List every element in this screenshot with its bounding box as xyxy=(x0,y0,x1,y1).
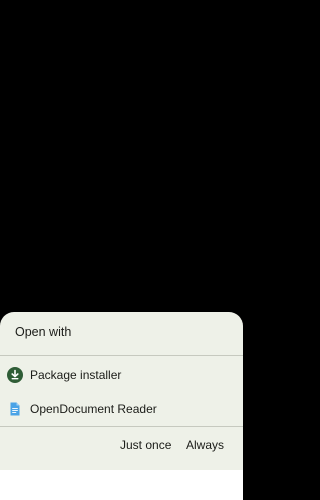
always-button[interactable]: Always xyxy=(186,438,224,452)
divider xyxy=(0,355,243,356)
screen: Open with Package installer OpenDocument… xyxy=(0,0,243,500)
background-scrim[interactable] xyxy=(0,0,243,312)
sheet-title: Open with xyxy=(15,325,72,339)
divider xyxy=(0,426,243,427)
app-label: Package installer xyxy=(30,367,122,382)
download-circle-icon xyxy=(7,366,23,383)
app-option-package-installer[interactable]: Package installer xyxy=(0,358,243,391)
just-once-button[interactable]: Just once xyxy=(120,438,171,452)
app-label: OpenDocument Reader xyxy=(30,401,157,416)
document-icon xyxy=(10,402,20,415)
open-with-sheet: Open with Package installer OpenDocument… xyxy=(0,312,243,470)
app-option-opendocument-reader[interactable]: OpenDocument Reader xyxy=(0,392,243,425)
navigation-bar-area xyxy=(0,470,243,500)
